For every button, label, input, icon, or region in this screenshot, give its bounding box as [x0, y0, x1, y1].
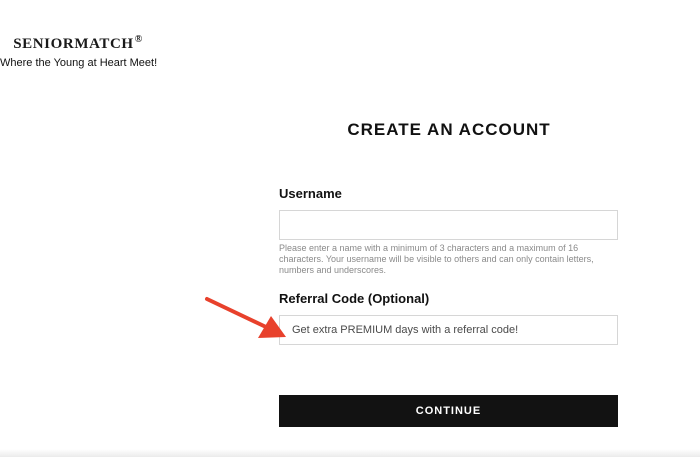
referral-code-input[interactable] [279, 315, 618, 345]
brand-name-text: SENIORMATCH [13, 36, 134, 52]
signup-page: SENIORMATCH® Where the Young at Heart Me… [0, 0, 700, 457]
arrow-shaft [205, 297, 268, 329]
brand-tagline: Where the Young at Heart Meet! [0, 57, 158, 69]
referral-code-label: Referral Code (Optional) [279, 291, 430, 306]
registered-mark: ® [134, 34, 143, 45]
username-input[interactable] [279, 210, 618, 240]
red-arrow-icon [205, 297, 286, 338]
brand-logo[interactable]: SENIORMATCH® Where the Young at Heart Me… [0, 34, 158, 69]
continue-button[interactable]: CONTINUE [279, 395, 618, 427]
bottom-edge-shadow [0, 449, 700, 457]
username-label: Username [279, 186, 342, 201]
page-title: CREATE AN ACCOUNT [347, 120, 551, 139]
username-help-text: Please enter a name with a minimum of 3 … [279, 243, 594, 275]
brand-name: SENIORMATCH® [0, 34, 156, 53]
